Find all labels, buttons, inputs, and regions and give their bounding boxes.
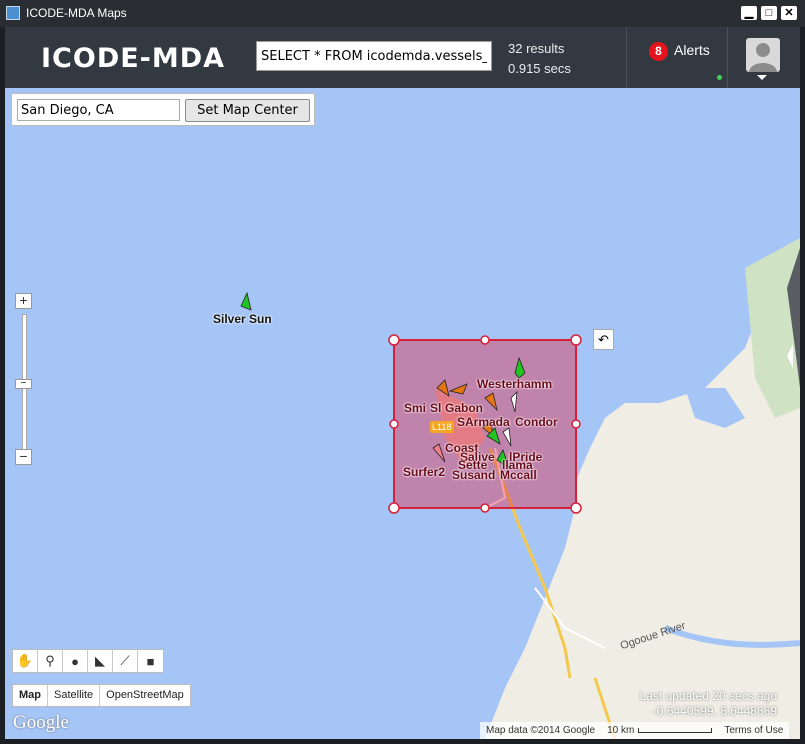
vessel-label[interactable]: Smi xyxy=(404,401,426,415)
terms-link[interactable]: Terms of Use xyxy=(718,722,789,739)
google-logo: Google xyxy=(13,712,69,733)
window-titlebar: ICODE-MDA Maps ▁ □ ✕ xyxy=(0,0,805,27)
map-center-control: Set Map Center xyxy=(11,93,315,126)
results-summary: 32 results 0.915 secs xyxy=(508,39,571,79)
map-type-openstreetmap[interactable]: OpenStreetMap xyxy=(100,685,190,706)
scale-control: 10 km xyxy=(601,722,718,739)
online-status-dot xyxy=(717,75,722,80)
vessel-label[interactable]: SArmada xyxy=(457,415,510,429)
vessel-label[interactable]: Condor xyxy=(515,415,558,429)
undo-icon[interactable]: ↶ xyxy=(593,329,614,350)
scale-bar xyxy=(638,727,713,733)
minimize-button[interactable]: ▁ xyxy=(741,6,757,20)
polygon-icon[interactable]: ◣ xyxy=(88,650,113,672)
set-map-center-button[interactable]: Set Map Center xyxy=(185,99,310,122)
header-divider xyxy=(727,27,728,88)
alerts-label: Alerts xyxy=(674,42,710,58)
circle-icon[interactable]: ● xyxy=(63,650,88,672)
marker-icon[interactable]: ⚲ xyxy=(38,650,63,672)
map-center-input[interactable] xyxy=(17,99,180,121)
user-silhouette-icon xyxy=(749,43,777,72)
header-divider xyxy=(626,27,627,88)
polyline-icon[interactable]: ⟋ xyxy=(113,650,138,672)
cursor-coords: -0.6440599, 8.6448669 xyxy=(652,704,777,718)
map-type-map[interactable]: Map xyxy=(13,685,48,706)
vessel-label[interactable]: Susand xyxy=(452,468,495,482)
window-title: ICODE-MDA Maps xyxy=(26,6,127,20)
hand-icon[interactable]: ✋ xyxy=(13,650,38,672)
maximize-button[interactable]: □ xyxy=(761,6,777,20)
map-attribution: Map data ©2014 Google 10 km Terms of Use xyxy=(480,722,790,739)
alerts-badge: 8 xyxy=(649,42,668,61)
last-updated-info: Last updated 20 secs ago -0.6440599, 8.6… xyxy=(640,689,777,719)
road-label: L118 xyxy=(432,422,452,432)
map-land xyxy=(240,238,800,739)
user-avatar[interactable] xyxy=(746,38,780,72)
results-time: 0.915 secs xyxy=(508,61,571,76)
rectangle-icon[interactable]: ■ xyxy=(138,650,163,672)
app-icon xyxy=(6,6,20,20)
close-button[interactable]: ✕ xyxy=(781,6,797,20)
map-canvas[interactable]: Silver Sun Westerhamm Smi Sl Gabon SArma… xyxy=(5,88,800,739)
zoom-in-button[interactable]: + xyxy=(15,293,32,309)
map-type-control: Map Satellite OpenStreetMap xyxy=(12,684,191,707)
vessel-label[interactable]: Westerhamm xyxy=(477,377,552,391)
results-count: 32 results xyxy=(508,41,565,56)
vessel-label[interactable]: Silver Sun xyxy=(213,312,272,326)
scale-label: 10 km xyxy=(607,725,635,736)
app-logo: ICODE-MDA xyxy=(41,43,226,74)
chevron-down-icon[interactable] xyxy=(757,75,767,80)
app-header: ICODE-MDA 32 results 0.915 secs 8 Alerts xyxy=(5,27,800,88)
drawing-toolbar: ✋ ⚲ ● ◣ ⟋ ■ xyxy=(12,649,164,673)
zoom-out-button[interactable]: − xyxy=(15,449,32,465)
alerts-button[interactable]: 8 Alerts xyxy=(649,42,710,61)
panel-toggle-icon[interactable] xyxy=(787,344,793,368)
vessel-label[interactable]: Mccall xyxy=(500,468,537,482)
vessel-label[interactable]: Sl xyxy=(430,401,441,415)
query-input[interactable] xyxy=(256,41,492,71)
zoom-slider-thumb[interactable]: − xyxy=(15,379,32,389)
last-updated-text: Last updated 20 secs ago xyxy=(639,689,777,703)
vessel-label[interactable]: Surfer2 xyxy=(403,465,445,479)
map-data-credit: Map data ©2014 Google xyxy=(486,725,596,736)
map-type-satellite[interactable]: Satellite xyxy=(48,685,101,706)
vessel-label[interactable]: Gabon xyxy=(445,401,483,415)
